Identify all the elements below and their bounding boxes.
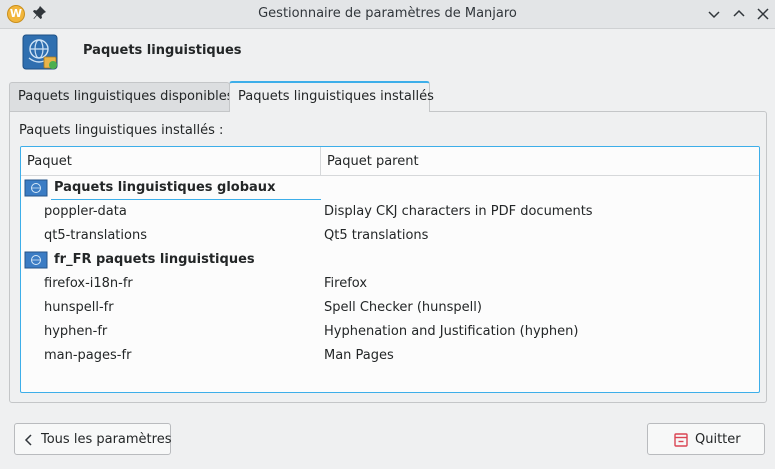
- flag-icon: [24, 179, 48, 197]
- installed-packages-label: Paquets linguistiques installés :: [19, 123, 224, 138]
- package-row[interactable]: hyphen-fr Hyphenation and Justification …: [21, 320, 759, 344]
- package-name: firefox-i18n-fr: [44, 276, 133, 291]
- package-name: qt5-translations: [44, 228, 147, 243]
- package-row[interactable]: poppler-data Display CKJ characters in P…: [21, 200, 759, 224]
- package-parent: Display CKJ characters in PDF documents: [324, 204, 593, 219]
- page-title: Paquets linguistiques: [83, 43, 242, 58]
- title-bar: W Gestionnaire de paramètres de Manjaro: [0, 0, 775, 29]
- all-settings-label: Tous les paramètres: [41, 432, 172, 447]
- tree-header: Paquet Paquet parent: [21, 147, 759, 176]
- group-row-fr-fr[interactable]: fr_FR paquets linguistiques: [21, 248, 759, 272]
- package-row[interactable]: firefox-i18n-fr Firefox: [21, 272, 759, 296]
- minimize-button[interactable]: [705, 5, 723, 23]
- group-label: Paquets linguistiques globaux: [54, 180, 276, 195]
- quit-label: Quitter: [695, 432, 741, 447]
- column-header-package[interactable]: Paquet: [27, 154, 72, 169]
- packages-tree[interactable]: Paquet Paquet parent Paquets linguistiqu…: [20, 146, 760, 393]
- package-parent: Man Pages: [324, 348, 394, 363]
- package-name: man-pages-fr: [44, 348, 132, 363]
- package-name: hyphen-fr: [44, 324, 108, 339]
- window-title: Gestionnaire de paramètres de Manjaro: [258, 6, 517, 21]
- quit-icon: [674, 433, 688, 451]
- package-name: poppler-data: [44, 204, 127, 219]
- package-parent: Spell Checker (hunspell): [324, 300, 482, 315]
- chevron-left-icon: [23, 433, 35, 451]
- package-parent: Firefox: [324, 276, 368, 291]
- column-header-parent[interactable]: Paquet parent: [327, 154, 419, 169]
- package-row[interactable]: man-pages-fr Man Pages: [21, 344, 759, 368]
- column-separator[interactable]: [320, 147, 321, 175]
- package-name: hunspell-fr: [44, 300, 114, 315]
- language-packages-icon: [22, 34, 58, 70]
- group-row-global[interactable]: Paquets linguistiques globaux: [21, 176, 759, 200]
- package-row[interactable]: qt5-translations Qt5 translations: [21, 224, 759, 248]
- tab-panel: Paquets linguistiques installés : Paquet…: [9, 111, 767, 403]
- tab-installed-packages[interactable]: Paquets linguistiques installés: [229, 81, 434, 112]
- package-parent: Hyphenation and Justification (hyphen): [324, 324, 579, 339]
- maximize-button[interactable]: [730, 5, 748, 23]
- group-label: fr_FR paquets linguistiques: [54, 252, 255, 267]
- flag-icon: [24, 251, 48, 269]
- tab-available-packages[interactable]: Paquets linguistiques disponibles: [9, 82, 233, 111]
- package-parent: Qt5 translations: [324, 228, 429, 243]
- quit-button[interactable]: Quitter: [647, 423, 765, 455]
- close-button[interactable]: [754, 5, 772, 23]
- all-settings-button[interactable]: Tous les paramètres: [14, 423, 171, 455]
- package-row[interactable]: hunspell-fr Spell Checker (hunspell): [21, 296, 759, 320]
